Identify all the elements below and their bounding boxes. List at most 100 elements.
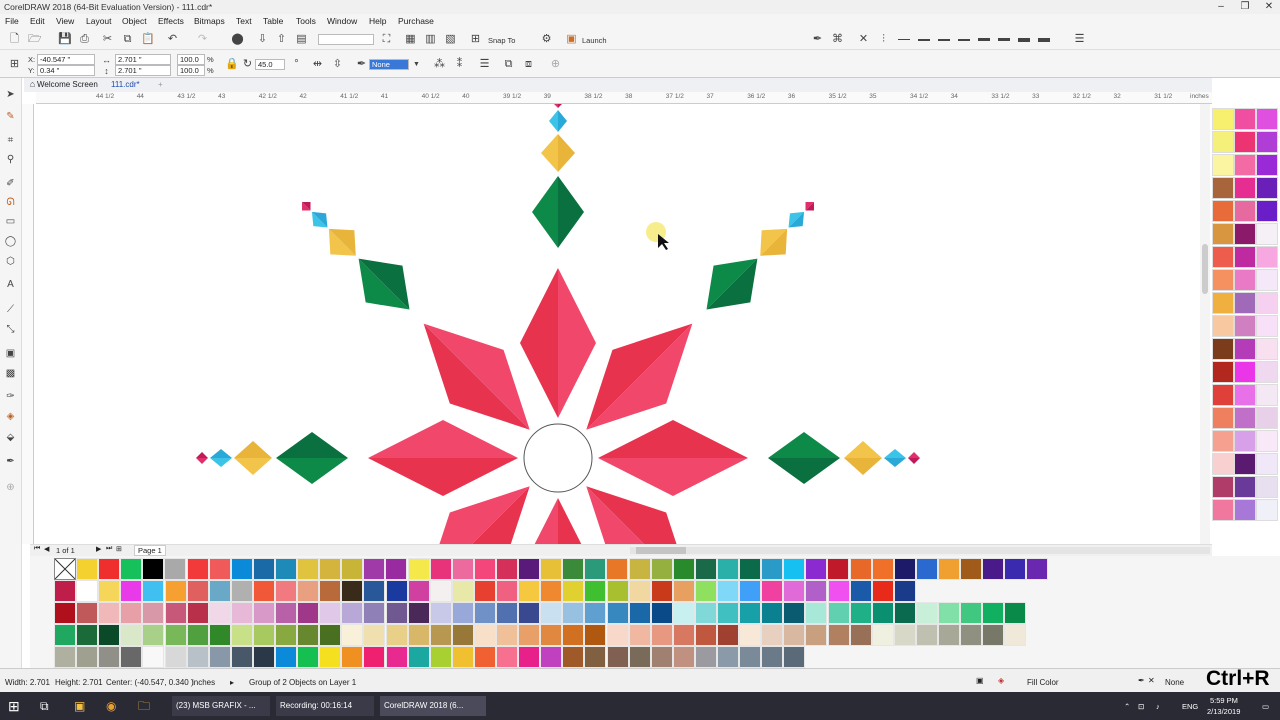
red-petal[interactable] [520, 498, 596, 544]
outline-3-icon[interactable] [958, 39, 970, 41]
color-swatch[interactable] [650, 646, 673, 668]
chevron-down-icon[interactable]: ▼ [410, 58, 423, 71]
color-swatch[interactable] [606, 580, 629, 602]
color-swatch[interactable] [297, 558, 319, 580]
smart-fill-tool-icon[interactable]: ⬙ [4, 431, 17, 444]
color-swatch[interactable] [761, 646, 784, 668]
interactive-fill-tool-icon[interactable]: ◈ [4, 410, 17, 423]
color-swatch[interactable] [230, 558, 253, 580]
color-swatch[interactable] [650, 602, 673, 624]
color-swatch[interactable] [473, 580, 496, 602]
shadow-tool-icon[interactable]: ▣ [4, 347, 17, 360]
color-swatch[interactable] [606, 646, 629, 668]
color-swatch[interactable] [540, 602, 563, 624]
outline-pen-icon[interactable]: ⌘ [831, 33, 844, 46]
color-swatch[interactable] [540, 558, 563, 580]
show-rulers-icon[interactable]: ▦ [404, 33, 417, 46]
color-swatch[interactable] [1234, 453, 1256, 475]
color-swatch[interactable] [451, 602, 474, 624]
color-swatch[interactable] [915, 624, 938, 646]
color-swatch[interactable] [407, 646, 430, 668]
color-swatch[interactable] [982, 558, 1005, 580]
color-swatch[interactable] [606, 624, 629, 646]
color-swatch[interactable] [1256, 453, 1278, 475]
minimize-button[interactable]: – [1210, 0, 1232, 14]
color-swatch[interactable] [230, 646, 253, 668]
trim-icon[interactable]: ⧈ [522, 58, 535, 71]
color-swatch[interactable] [341, 624, 364, 646]
color-swatch[interactable] [783, 602, 806, 624]
color-swatch[interactable] [694, 624, 717, 646]
color-swatch[interactable] [142, 580, 165, 602]
rotation-angle-field[interactable]: 45.0 [255, 59, 285, 70]
color-swatch[interactable] [385, 624, 408, 646]
color-swatch[interactable] [230, 580, 253, 602]
color-swatch[interactable] [385, 646, 408, 668]
outline-2-icon[interactable] [938, 39, 950, 41]
color-swatch[interactable] [54, 602, 76, 624]
color-swatch[interactable] [717, 646, 739, 668]
color-swatch[interactable] [297, 580, 320, 602]
color-swatch[interactable] [429, 646, 452, 668]
color-swatch[interactable] [495, 558, 518, 580]
taskbar-item-coreldraw[interactable]: CorelDRAW 2018 (6... [380, 696, 486, 716]
close-button[interactable]: ✕ [1258, 0, 1280, 14]
y-position-field[interactable]: 0.34 " [37, 65, 95, 76]
object-origin-icon[interactable]: ⊞ [8, 58, 21, 71]
properties-icon[interactable]: ☰ [1073, 33, 1086, 46]
color-swatch[interactable] [761, 602, 784, 624]
color-swatch[interactable] [186, 646, 209, 668]
color-swatch[interactable] [1234, 315, 1256, 337]
notifications-icon[interactable]: ▭ [1262, 702, 1269, 711]
snap-to-dropdown[interactable]: Snap To [488, 36, 515, 45]
color-swatch[interactable] [805, 602, 828, 624]
snap-icon[interactable]: ⊞ [469, 33, 482, 46]
color-swatch[interactable] [1234, 384, 1256, 406]
color-swatch[interactable] [1212, 223, 1234, 245]
color-swatch[interactable] [937, 558, 960, 580]
volume-icon[interactable]: ♪ [1156, 702, 1160, 711]
color-swatch[interactable] [1212, 200, 1234, 222]
red-petal[interactable] [368, 420, 518, 496]
import-icon[interactable]: ⇩ [256, 33, 269, 46]
color-swatch[interactable] [1256, 200, 1278, 222]
menu-window[interactable]: Window [327, 16, 357, 26]
color-swatch[interactable] [341, 558, 364, 580]
color-swatch[interactable] [739, 558, 761, 580]
color-swatch[interactable] [562, 646, 585, 668]
publish-pdf-icon[interactable]: ▤ [295, 33, 308, 46]
color-swatch[interactable] [849, 558, 872, 580]
color-swatch[interactable] [98, 602, 121, 624]
height-field[interactable]: 2.701 " [115, 65, 171, 76]
color-swatch[interactable] [694, 580, 717, 602]
color-swatch[interactable] [1212, 246, 1234, 268]
color-swatch[interactable] [893, 580, 916, 602]
color-swatch[interactable] [429, 580, 452, 602]
menu-effects[interactable]: Effects [158, 16, 184, 26]
color-swatch[interactable] [1256, 269, 1278, 291]
options-gear-icon[interactable]: ⚙ [540, 33, 553, 46]
add-tool-icon[interactable]: ⊕ [4, 481, 17, 494]
color-swatch[interactable] [871, 602, 894, 624]
green-diamond[interactable] [532, 176, 584, 248]
outline-1-icon[interactable] [918, 39, 930, 41]
color-swatch[interactable] [297, 624, 320, 646]
color-swatch[interactable] [562, 602, 585, 624]
color-swatch[interactable] [672, 580, 695, 602]
paste-icon[interactable]: 📋 [141, 33, 155, 46]
color-swatch[interactable] [871, 580, 894, 602]
language-indicator[interactable]: ENG [1182, 702, 1198, 711]
last-page-icon[interactable]: ⏭ [106, 545, 112, 553]
color-swatch[interactable] [562, 624, 585, 646]
menu-tools[interactable]: Tools [296, 16, 316, 26]
color-swatch[interactable] [385, 602, 408, 624]
menu-bitmaps[interactable]: Bitmaps [194, 16, 225, 26]
color-swatch[interactable] [1212, 338, 1234, 360]
yellow-diamond[interactable] [541, 134, 575, 172]
scale-width-field[interactable]: 100.0 [177, 54, 205, 65]
show-grid-icon[interactable]: ▥ [424, 33, 437, 46]
color-swatch[interactable] [938, 602, 960, 624]
outline-tool-icon[interactable]: ✒ [4, 455, 17, 468]
color-swatch[interactable] [76, 646, 99, 668]
color-swatch[interactable] [363, 602, 386, 624]
